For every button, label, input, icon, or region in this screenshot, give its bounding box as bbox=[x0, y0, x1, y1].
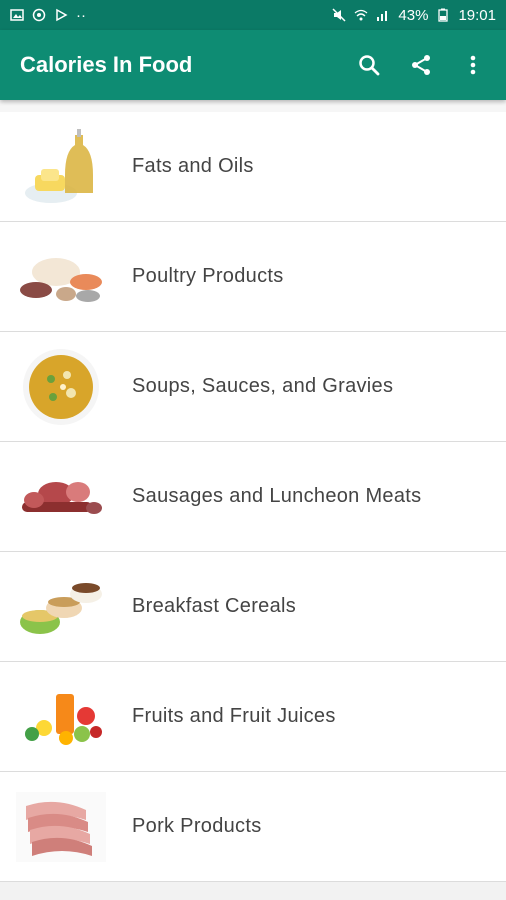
list-item-soups[interactable]: Soups, Sauces, and Gravies bbox=[0, 332, 506, 442]
search-button[interactable] bbox=[356, 52, 382, 78]
image-icon bbox=[10, 9, 24, 21]
battery-icon bbox=[438, 8, 449, 22]
list-item-label: Poultry Products bbox=[132, 265, 284, 287]
soup-image bbox=[16, 342, 106, 432]
list-item-label: Fruits and Fruit Juices bbox=[132, 705, 336, 727]
status-right: 43% 19:01 bbox=[332, 7, 496, 24]
fruit-juice-image bbox=[16, 672, 106, 762]
app-bar: Calories In Food bbox=[0, 30, 506, 100]
play-store-icon bbox=[56, 8, 68, 22]
pork-image bbox=[16, 782, 106, 872]
status-bar: ·· 43% 19:01 bbox=[0, 0, 506, 30]
list-item-label: Fats and Oils bbox=[132, 155, 254, 177]
list-item-label: Soups, Sauces, and Gravies bbox=[132, 375, 394, 397]
status-left-icons: ·· bbox=[10, 7, 86, 24]
share-icon bbox=[412, 55, 430, 75]
sausage-image bbox=[16, 452, 106, 542]
circle-icon bbox=[32, 8, 46, 22]
wifi-icon bbox=[355, 9, 368, 21]
app-title: Calories In Food bbox=[20, 52, 193, 77]
list-top-gap bbox=[0, 100, 506, 112]
list-item-breakfast-cereals[interactable]: Breakfast Cereals bbox=[0, 552, 506, 662]
list-item-label: Breakfast Cereals bbox=[132, 595, 297, 617]
list-item-label: Pork Products bbox=[132, 815, 262, 837]
app-actions bbox=[356, 52, 486, 78]
share-button[interactable] bbox=[408, 52, 434, 78]
category-list: Fats and Oils Poultry Products Soups, Sa… bbox=[0, 112, 506, 882]
list-item-fruits[interactable]: Fruits and Fruit Juices bbox=[0, 662, 506, 772]
clock: 19:01 bbox=[458, 6, 496, 24]
overflow-menu-icon bbox=[470, 55, 476, 75]
list-item-pork[interactable]: Pork Products bbox=[0, 772, 506, 882]
cereal-image bbox=[16, 562, 106, 652]
oil-butter-image bbox=[16, 122, 106, 212]
overflow-menu-button[interactable] bbox=[460, 52, 486, 78]
signal-icon bbox=[377, 11, 388, 21]
more-dots-icon: ·· bbox=[76, 6, 86, 24]
list-item-label: Sausages and Luncheon Meats bbox=[132, 485, 422, 507]
list-item-sausages[interactable]: Sausages and Luncheon Meats bbox=[0, 442, 506, 552]
mute-icon bbox=[332, 8, 346, 22]
battery-percent: 43% bbox=[398, 6, 429, 24]
poultry-image bbox=[16, 232, 106, 322]
list-item-poultry[interactable]: Poultry Products bbox=[0, 222, 506, 332]
search-icon bbox=[359, 55, 380, 76]
list-item-fats-oils[interactable]: Fats and Oils bbox=[0, 112, 506, 222]
